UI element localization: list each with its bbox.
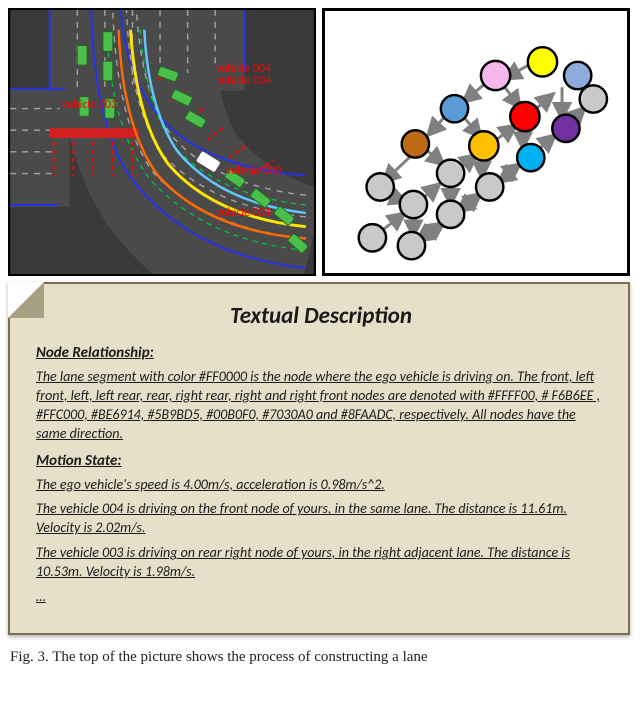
- node-front: [528, 47, 557, 76]
- node-left-rear: [402, 130, 429, 157]
- node-right-rear: [517, 144, 544, 171]
- label-vehicle-000: vehicle 000: [226, 164, 281, 178]
- label-vehicle-001: vehicle 001: [216, 206, 271, 220]
- motion-line-2: The vehicle 003 is driving on rear right…: [36, 544, 606, 582]
- lane-graph-svg: [325, 11, 627, 273]
- node-right: [552, 115, 579, 142]
- node-ego: [510, 102, 539, 131]
- paper-fold-corner: [8, 282, 44, 318]
- figure-caption: Fig. 3. The top of the picture shows the…: [8, 647, 632, 667]
- node-relationship-text: The lane segment with color #FF0000 is t…: [36, 368, 606, 444]
- textual-description-card: Textual Description Node Relationship: T…: [8, 282, 630, 635]
- figure-top-row: vehicle 003 vehicle 004 vehicle 004 vehi…: [8, 8, 632, 276]
- node-left: [469, 131, 498, 160]
- section-node-relationship: Node Relationship:: [36, 344, 606, 362]
- motion-line-ellipsis: …: [36, 588, 606, 607]
- road-view-panel: vehicle 003 vehicle 004 vehicle 004 vehi…: [8, 8, 316, 276]
- section-motion-state: Motion State:: [36, 452, 606, 470]
- label-vehicle-003: vehicle 003: [62, 98, 117, 112]
- node-left-front: [481, 61, 510, 90]
- label-vehicle-004-b: vehicle 004: [216, 74, 271, 88]
- node-right-front: [564, 62, 591, 89]
- description-title: Textual Description: [36, 302, 606, 330]
- motion-line-1: The vehicle 004 is driving on the front …: [36, 500, 606, 538]
- motion-line-0: The ego vehicle's speed is 4.00m/s, acce…: [36, 476, 606, 495]
- road-svg: [10, 10, 314, 274]
- lane-graph-panel: [322, 8, 630, 276]
- node-rear: [441, 95, 468, 122]
